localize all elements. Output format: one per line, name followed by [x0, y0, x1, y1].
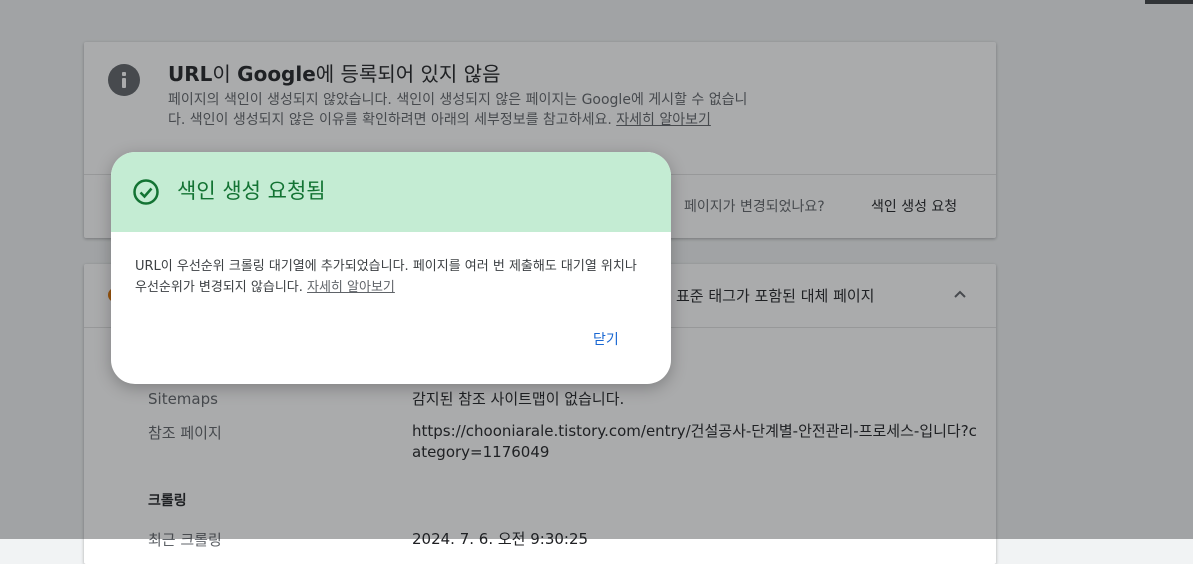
- dialog-message: URL이 우선순위 크롤링 대기열에 추가되었습니다. 페이지를 여러 번 제출…: [135, 259, 637, 295]
- close-button[interactable]: 닫기: [593, 329, 619, 349]
- dialog-learn-more-link[interactable]: 자세히 알아보기: [307, 280, 395, 295]
- dialog-title: 색인 생성 요청됨: [177, 179, 326, 203]
- indexing-requested-dialog: 색인 생성 요청됨 URL이 우선순위 크롤링 대기열에 추가되었습니다. 페이…: [111, 152, 671, 384]
- dialog-header: 색인 생성 요청됨: [111, 152, 671, 232]
- check-circle-icon: [133, 179, 159, 205]
